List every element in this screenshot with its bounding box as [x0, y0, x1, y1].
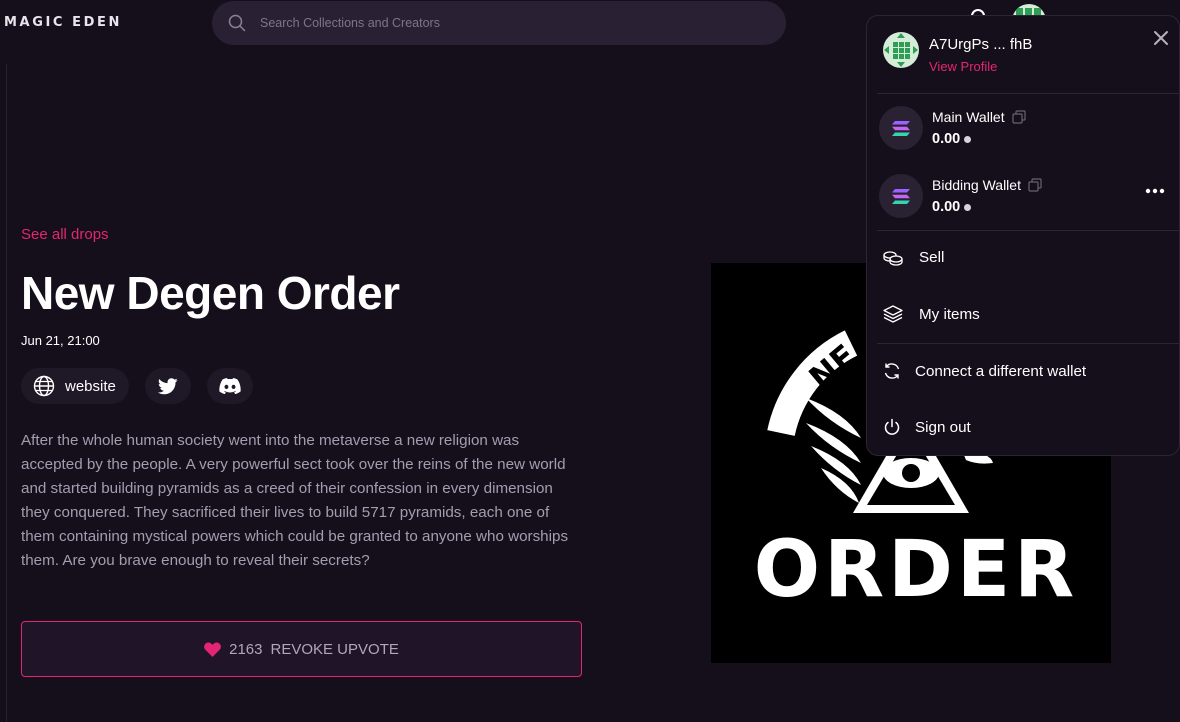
main-wallet-balance: 0.00: [932, 131, 961, 147]
solana-icon: [879, 174, 923, 218]
menu-item-sign-out-label: Sign out: [915, 418, 971, 436]
menu-item-sell[interactable]: Sell: [883, 249, 944, 266]
profile-name: A7UrgPs ... fhB: [929, 36, 1033, 53]
menu-item-connect-label: Connect a different wallet: [915, 362, 1087, 380]
magic-eden-logo[interactable]: MAGIC EDEN: [4, 15, 122, 30]
sol-dot-icon: [964, 203, 972, 211]
left-divider: [6, 64, 7, 722]
search-bar[interactable]: [212, 1, 786, 45]
website-button[interactable]: website: [21, 368, 129, 404]
menu-divider: [877, 230, 1179, 231]
search-input[interactable]: [260, 16, 740, 30]
main-wallet-label: Main Wallet: [932, 109, 1005, 125]
profile-header: A7UrgPs ... fhB View Profile: [883, 32, 1032, 74]
layers-icon: [883, 305, 903, 323]
power-icon: [884, 418, 900, 435]
copy-icon[interactable]: [1028, 178, 1042, 192]
menu-item-sign-out[interactable]: Sign out: [883, 418, 971, 436]
social-links: website: [21, 368, 253, 404]
see-all-drops-link[interactable]: See all drops: [21, 226, 109, 243]
discord-button[interactable]: [207, 368, 253, 404]
drop-title: New Degen Order: [21, 267, 400, 319]
menu-divider: [877, 93, 1179, 94]
menu-item-connect-wallet[interactable]: Connect a different wallet: [883, 362, 1086, 380]
refresh-icon: [884, 363, 900, 379]
close-icon[interactable]: [1149, 26, 1173, 50]
search-icon: [228, 14, 246, 32]
view-profile-link[interactable]: View Profile: [929, 59, 1032, 74]
more-options-icon[interactable]: [1145, 188, 1165, 194]
discord-icon: [219, 378, 241, 394]
upvote-count: 2163: [229, 640, 263, 658]
menu-divider: [877, 343, 1179, 344]
profile-avatar[interactable]: [883, 32, 919, 68]
drop-date: Jun 21, 21:00: [21, 333, 100, 348]
globe-icon: [33, 375, 55, 397]
bidding-wallet-row: Bidding Wallet 0.00: [879, 174, 1042, 218]
menu-item-sell-label: Sell: [919, 249, 945, 266]
revoke-upvote-button[interactable]: 2163 REVOKE UPVOTE: [21, 621, 582, 677]
menu-item-my-items-label: My items: [919, 305, 980, 323]
website-label: website: [65, 377, 116, 395]
menu-item-my-items[interactable]: My items: [883, 305, 980, 323]
upvote-label: REVOKE UPVOTE: [270, 640, 399, 658]
bidding-wallet-balance: 0.00: [932, 199, 961, 215]
twitter-icon: [158, 377, 178, 394]
heart-icon: [204, 642, 222, 657]
sol-dot-icon: [964, 135, 972, 143]
profile-dropdown: A7UrgPs ... fhB View Profile Main Wallet…: [866, 15, 1180, 456]
twitter-button[interactable]: [145, 368, 191, 404]
art-text-bottom: ORDER: [754, 525, 1078, 615]
solana-icon: [879, 106, 923, 150]
main-wallet-row: Main Wallet 0.00: [879, 106, 1026, 150]
bidding-wallet-label: Bidding Wallet: [932, 177, 1021, 193]
copy-icon[interactable]: [1012, 110, 1026, 124]
coins-icon: [883, 250, 903, 266]
drop-description: After the whole human society went into …: [21, 432, 569, 569]
